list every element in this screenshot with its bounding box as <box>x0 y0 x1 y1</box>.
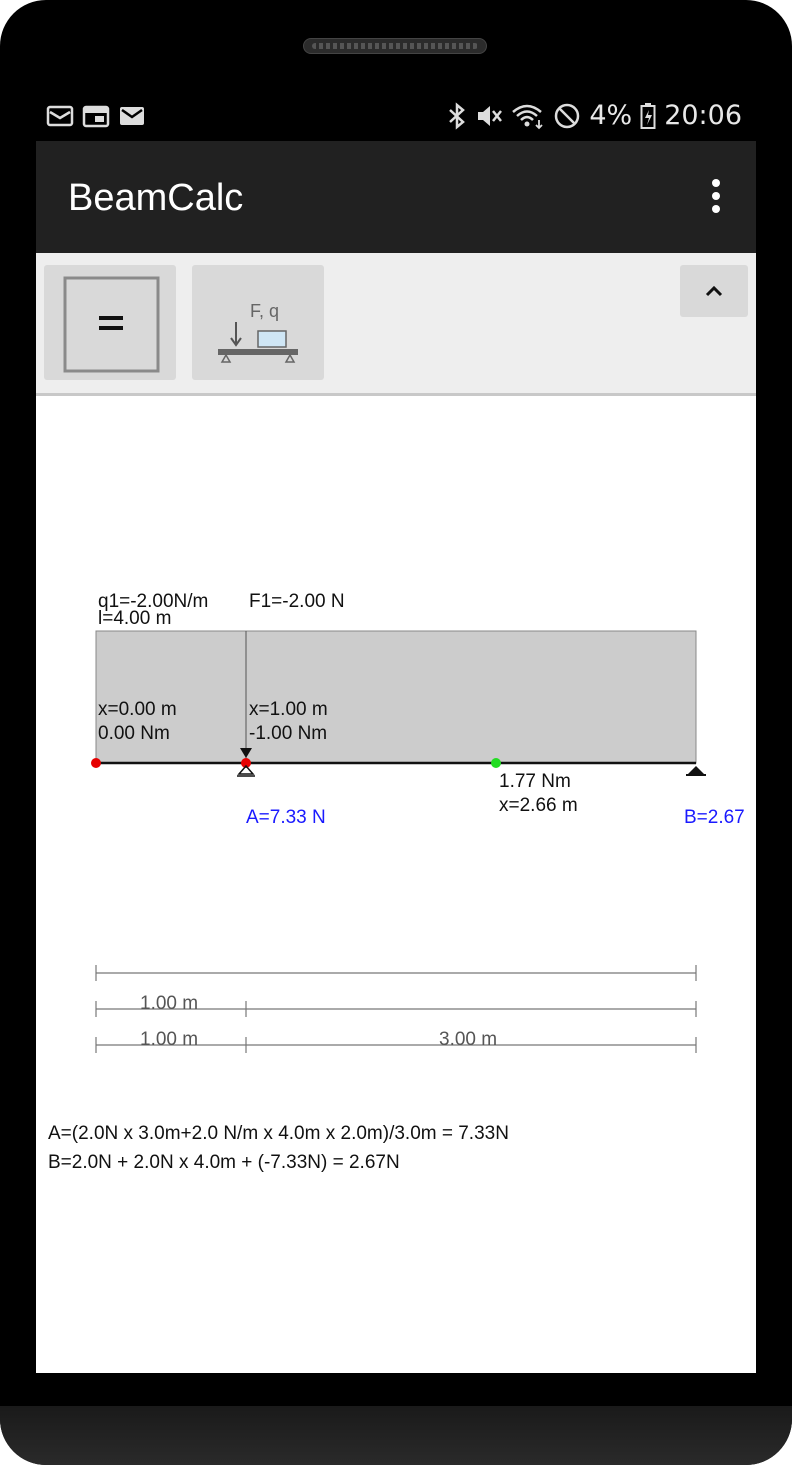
phone-frame: 4% 20:06 BeamCalc F, q q1=-2.00N/m l=4.0… <box>0 0 792 1465</box>
battery-icon <box>640 102 656 129</box>
formula-a: A=(2.0N x 3.0m+2.0 N/m x 4.0m x 2.0m)/3.… <box>48 1123 509 1144</box>
length-label: l=4.00 m <box>98 608 171 629</box>
beam-load-icon: F, q <box>218 301 298 363</box>
max-moment-label: 1.77 Nm <box>499 771 571 792</box>
moment-value-label: -1.00 Nm <box>249 723 327 744</box>
battery-percent: 4% <box>589 100 633 131</box>
collapse-button[interactable] <box>680 265 748 317</box>
clock: 20:06 <box>664 100 742 131</box>
equals-icon <box>63 276 160 373</box>
app-title: BeamCalc <box>68 177 244 219</box>
moment-x-label: x=0.00 m <box>98 699 177 720</box>
formula-b: B=2.0N + 2.0N x 4.0m + (-7.33N) = 2.67N <box>48 1152 400 1173</box>
add-load-button[interactable]: F, q <box>192 265 324 380</box>
max-moment-x-label: x=2.66 m <box>499 795 578 816</box>
dimension-label: 1.00 m <box>140 993 198 1014</box>
dimension-label: 1.00 m <box>140 1029 198 1050</box>
beam-canvas[interactable]: q1=-2.00N/m l=4.00 m F1=-2.00 N x=0.00 m… <box>36 396 756 1373</box>
load-button-label: F, q <box>250 301 279 321</box>
bluetooth-icon <box>449 101 466 130</box>
beam-diagram: q1=-2.00N/m l=4.00 m F1=-2.00 N x=0.00 m… <box>91 591 745 1053</box>
phone-bottom-bezel <box>0 1406 792 1465</box>
reaction-b-label: B=2.67 <box>684 807 745 828</box>
moment-area <box>95 630 697 764</box>
calendar-icon <box>82 105 110 128</box>
app-bar: BeamCalc <box>36 141 756 253</box>
screen: 4% 20:06 BeamCalc F, q q1=-2.00N/m l=4.0… <box>36 88 756 1373</box>
mail-icon <box>46 105 74 127</box>
speaker-grille <box>303 38 487 54</box>
force-label: F1=-2.00 N <box>249 591 345 612</box>
mail-icon <box>120 107 144 125</box>
wifi-icon <box>512 104 543 129</box>
support-b-icon <box>688 766 704 774</box>
toolbar: F, q <box>36 253 756 396</box>
vibrate-icon <box>478 105 503 126</box>
status-bar: 4% 20:06 <box>36 88 756 141</box>
dimension-label: 3.00 m <box>439 1029 497 1050</box>
moment-x-label: x=1.00 m <box>249 699 328 720</box>
reaction-a-label: A=7.33 N <box>246 807 326 828</box>
calculate-button[interactable] <box>44 265 176 380</box>
chevron-up-icon <box>705 285 723 297</box>
start-point <box>91 758 101 768</box>
blocked-icon <box>555 103 580 128</box>
max-moment-point <box>491 758 501 768</box>
overflow-menu-icon[interactable] <box>706 179 726 215</box>
moment-value-label: 0.00 Nm <box>98 723 170 744</box>
